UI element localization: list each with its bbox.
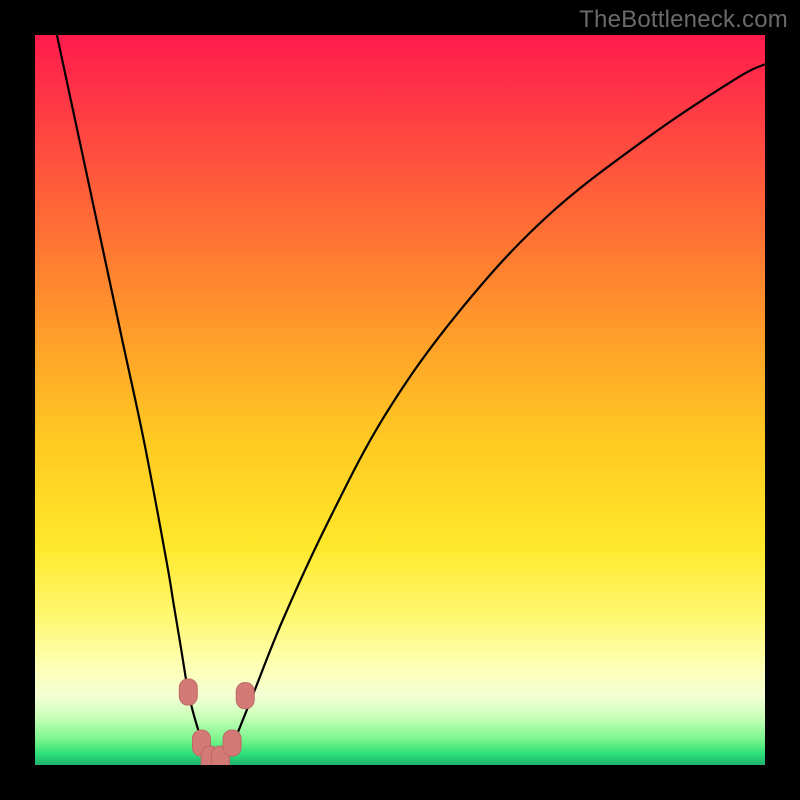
- watermark-text: TheBottleneck.com: [579, 6, 788, 34]
- heat-gradient: [35, 35, 765, 765]
- gradient-rect: [35, 35, 765, 765]
- plot-area: [35, 35, 765, 765]
